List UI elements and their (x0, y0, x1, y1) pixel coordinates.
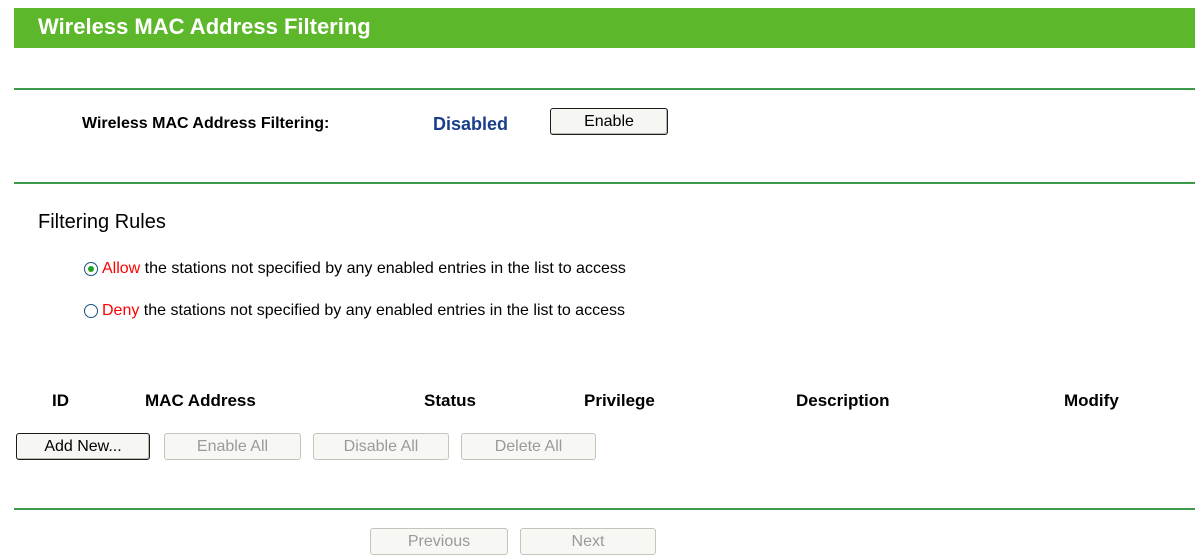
filtering-status-label: Wireless MAC Address Filtering: (82, 115, 330, 132)
column-header-description: Description (796, 391, 890, 410)
radio-selected-dot (88, 266, 94, 272)
deny-keyword: Deny (102, 302, 140, 319)
allow-keyword: Allow (102, 260, 141, 277)
allow-radio[interactable] (84, 262, 98, 276)
divider (14, 508, 1195, 510)
filtering-status-value: Disabled (433, 114, 509, 134)
allow-description: the stations not specified by any enable… (140, 260, 626, 277)
deny-description: the stations not specified by any enable… (139, 302, 625, 319)
divider (14, 88, 1195, 90)
delete-all-button[interactable]: Delete All (461, 433, 596, 460)
rule-option-allow[interactable]: Allow the stations not specified by any … (84, 259, 626, 279)
enable-button[interactable]: Enable (550, 108, 668, 135)
add-new-button[interactable]: Add New... (16, 433, 150, 460)
column-header-privilege: Privilege (584, 391, 655, 410)
enable-all-button[interactable]: Enable All (164, 433, 301, 460)
column-header-id: ID (52, 391, 69, 410)
column-header-status: Status (424, 391, 476, 410)
deny-radio[interactable] (84, 304, 98, 318)
page-title: Wireless MAC Address Filtering (38, 14, 371, 39)
disable-all-button[interactable]: Disable All (313, 433, 449, 460)
column-header-modify: Modify (1064, 391, 1119, 410)
rule-option-deny[interactable]: Deny the stations not specified by any e… (84, 301, 625, 321)
next-button[interactable]: Next (520, 528, 656, 555)
previous-button[interactable]: Previous (370, 528, 508, 555)
column-header-mac-address: MAC Address (145, 391, 256, 410)
filtering-rules-title: Filtering Rules (38, 211, 166, 233)
divider (14, 182, 1195, 184)
